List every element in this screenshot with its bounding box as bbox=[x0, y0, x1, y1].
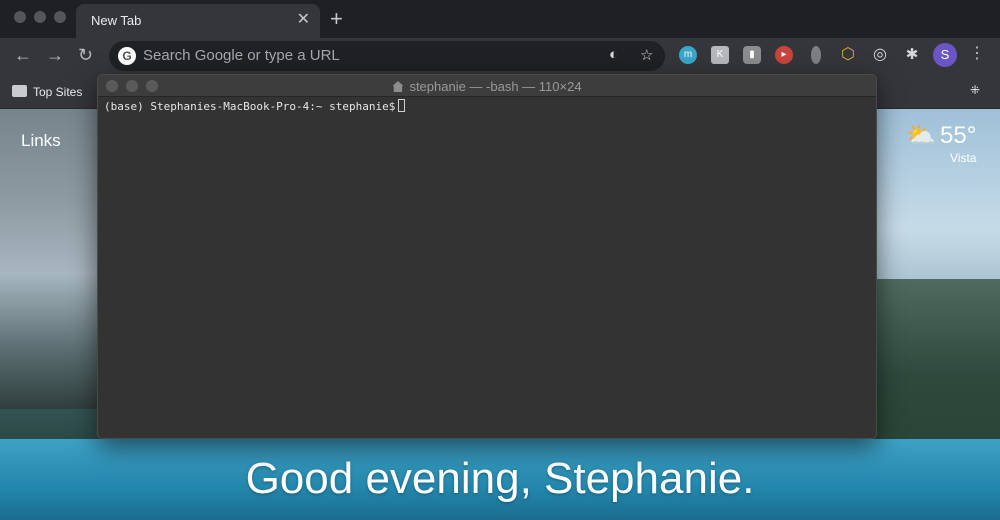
shell-prompt: (base) Stephanies-MacBook-Pro-4:~ stepha… bbox=[104, 100, 396, 113]
m-extension-icon[interactable]: m bbox=[679, 46, 697, 64]
omnibox[interactable]: G ◐ ☆ bbox=[109, 41, 665, 71]
more-menu-icon[interactable]: ⋮ bbox=[969, 43, 985, 63]
greeting: Good evening, Stephanie. bbox=[245, 454, 755, 503]
partly-cloudy-icon: ⛅ bbox=[906, 122, 936, 149]
text-cursor bbox=[398, 99, 406, 112]
red-record-icon[interactable]: ▸ bbox=[775, 46, 793, 64]
folder-icon bbox=[12, 85, 27, 97]
weather-temperature: 55° bbox=[940, 122, 977, 149]
k-extension-icon[interactable]: K bbox=[711, 46, 729, 64]
back-arrow-icon[interactable]: ← bbox=[14, 44, 32, 66]
tab-close-icon[interactable]: ✕ bbox=[297, 10, 310, 30]
background-mountain bbox=[0, 109, 100, 409]
home-icon bbox=[392, 81, 404, 92]
bookmarks-overflow-icon[interactable]: ⁜ bbox=[970, 83, 980, 97]
hexagon-icon[interactable]: ⬡ bbox=[839, 46, 857, 64]
tab-title: New Tab bbox=[91, 13, 142, 28]
location-blocked-icon[interactable]: ◐ bbox=[609, 46, 618, 63]
new-tab-plus-icon[interactable]: + bbox=[330, 7, 343, 31]
terminal-window[interactable]: stephanie — -bash — 110×24 (base) Stepha… bbox=[97, 74, 877, 439]
profile-avatar[interactable]: S bbox=[933, 43, 957, 67]
target-icon[interactable]: ◎ bbox=[871, 46, 889, 64]
terminal-title: stephanie — -bash — 110×24 bbox=[409, 79, 582, 94]
weather-city: Vista bbox=[950, 151, 977, 165]
browser-titlebar: New Tab ✕ + bbox=[0, 0, 1000, 38]
bulb-icon[interactable] bbox=[811, 46, 821, 64]
bookmark-top-sites[interactable]: Top Sites bbox=[33, 85, 82, 99]
bookmark-star-icon[interactable]: ☆ bbox=[640, 46, 653, 64]
browser-toolbar: ← → ↻ G ◐ ☆ m K ▮ ▸ ⬡ ◎ ✱ S ⋮ bbox=[0, 38, 1000, 74]
reload-icon[interactable]: ↻ bbox=[78, 44, 93, 66]
tab-new-tab[interactable]: New Tab ✕ bbox=[76, 4, 320, 38]
google-g-icon: G bbox=[118, 47, 136, 65]
window-close-button[interactable] bbox=[14, 11, 26, 23]
window-minimize-button[interactable] bbox=[34, 11, 46, 23]
terminal-titlebar[interactable]: stephanie — -bash — 110×24 bbox=[98, 75, 876, 97]
terminal-output[interactable]: (base) Stephanies-MacBook-Pro-4:~ stepha… bbox=[104, 99, 406, 114]
links-button[interactable]: Links bbox=[21, 131, 61, 151]
forward-arrow-icon[interactable]: → bbox=[46, 44, 64, 66]
address-input[interactable] bbox=[143, 47, 583, 64]
terminal-title-wrap: stephanie — -bash — 110×24 bbox=[98, 79, 876, 94]
puzzle-icon[interactable]: ✱ bbox=[903, 46, 921, 64]
shield-lock-icon[interactable]: ▮ bbox=[743, 46, 761, 64]
window-zoom-button[interactable] bbox=[54, 11, 66, 23]
